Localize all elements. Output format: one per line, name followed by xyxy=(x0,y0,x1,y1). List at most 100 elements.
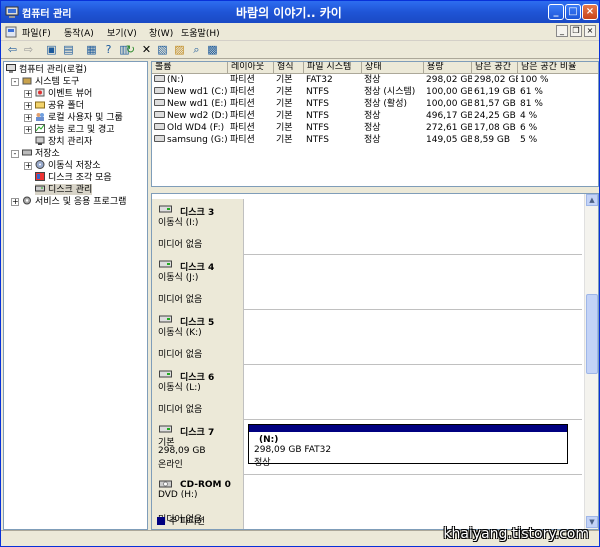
tree-item-defrag[interactable]: 디스크 조각 모음 xyxy=(35,172,112,183)
menu-help[interactable]: 도움말(H) xyxy=(181,26,220,39)
tree-item-label: 이벤트 뷰어 xyxy=(48,89,93,99)
menu-window[interactable]: 창(W) xyxy=(149,26,173,39)
tree-item-event-viewer[interactable]: 이벤트 뷰어 xyxy=(35,88,92,99)
cell-free-percent: 100 % xyxy=(520,74,598,86)
cell-volume: Old WD4 (F:) xyxy=(154,122,228,134)
title-bar[interactable]: 컴퓨터 관리 바람의 이야기.. 카이 _ □ × xyxy=(1,1,599,23)
cell-capacity: 496,17 GB xyxy=(426,110,472,122)
search-icon[interactable]: ⌕ xyxy=(190,43,203,56)
up-folder-icon[interactable]: ▣ xyxy=(45,43,58,56)
column-header-layout[interactable]: 레이아웃 xyxy=(228,62,274,74)
tree-item-label: 로컬 사용자 및 그룹 xyxy=(48,113,123,123)
table-row[interactable]: New wd1 (E:) 파티션 기본 NTFS 정상 (활성) 100,00 GB 81,… xyxy=(152,98,598,110)
maximize-button[interactable]: □ xyxy=(565,4,581,20)
minimize-button[interactable]: _ xyxy=(548,4,564,20)
disk-label[interactable]: 디스크 7 기본 298,09 GB 온라인 xyxy=(152,419,244,475)
disk-label[interactable]: 디스크 3 이동식 (I:) 미디어 없음 xyxy=(152,199,244,255)
disk-row[interactable]: 디스크 3 이동식 (I:) 미디어 없음 xyxy=(152,199,582,255)
volume-list[interactable]: 볼륨 레이아웃 형식 파일 시스템 상태 용량 남은 공간 남은 공간 비율 (… xyxy=(151,61,599,187)
mdi-restore-button[interactable]: ❐ xyxy=(570,25,582,37)
tree-item-storage[interactable]: 저장소 xyxy=(22,148,60,159)
disk-title: CD-ROM 0 xyxy=(180,480,231,490)
cell-layout: 파티션 xyxy=(230,98,274,110)
disk-row[interactable]: 디스크 6 이동식 (L:) 미디어 없음 xyxy=(152,364,582,420)
table-row[interactable]: New wd1 (C:) 파티션 기본 NTFS 정상 (시스템) 100,00 GB 61… xyxy=(152,86,598,98)
mdi-minimize-button[interactable]: _ xyxy=(556,25,568,37)
column-header-free-percent[interactable]: 남은 공간 비율 xyxy=(518,62,598,74)
cell-type: 기본 xyxy=(276,122,304,134)
disk-row[interactable]: 디스크 5 이동식 (K:) 미디어 없음 xyxy=(152,309,582,365)
scroll-up-arrow[interactable]: ▲ xyxy=(586,194,598,206)
document-icon[interactable] xyxy=(5,26,17,38)
disk-label[interactable]: 디스크 5 이동식 (K:) 미디어 없음 xyxy=(152,309,244,365)
column-header-type[interactable]: 형식 xyxy=(274,62,304,74)
expand-toggle[interactable]: + xyxy=(24,90,32,98)
cell-text: 8,59 GB xyxy=(474,135,511,145)
disk-row[interactable]: 디스크 4 이동식 (J:) 미디어 없음 xyxy=(152,254,582,310)
cell-free-space: 298,02 GB xyxy=(474,74,518,86)
help-icon[interactable]: ? xyxy=(102,43,115,56)
tree-item-shared-folders[interactable]: 공유 폴더 xyxy=(35,100,84,111)
open-folder-icon[interactable]: ▨ xyxy=(173,43,186,56)
cell-capacity: 149,05 GB xyxy=(426,134,472,146)
cell-text: 100 % xyxy=(520,75,549,85)
disk-view-icon[interactable]: ▩ xyxy=(206,43,219,56)
mdi-close-button[interactable]: × xyxy=(584,25,596,37)
table-row[interactable]: (N:) 파티션 기본 FAT32 정상 298,02 GB 298,02 GB 100 % xyxy=(152,74,598,86)
tree-item-services-applications[interactable]: 서비스 및 응용 프로그램 xyxy=(22,196,126,207)
menu-file[interactable]: 파일(F) xyxy=(22,26,51,39)
cell-layout: 파티션 xyxy=(230,134,274,146)
cell-text: FAT32 xyxy=(306,75,333,85)
delete-icon[interactable]: ✕ xyxy=(140,43,153,56)
tree-item-computer-management[interactable]: 컴퓨터 관리(로컬) xyxy=(6,64,87,75)
disk-type: 이동식 (J:) xyxy=(158,273,199,283)
menu-action[interactable]: 동작(A) xyxy=(64,26,94,39)
table-row[interactable]: samsung (G:) 파티션 기본 NTFS 정상 149,05 GB 8,59 GB 5… xyxy=(152,134,598,146)
cell-free-percent: 4 % xyxy=(520,110,598,122)
properties-icon[interactable]: ▦ xyxy=(85,43,98,56)
cell-free-percent: 5 % xyxy=(520,134,598,146)
partition-block[interactable]: (N:) 298,09 GB FAT32 정상 xyxy=(248,424,568,468)
refresh-icon[interactable]: ↻ xyxy=(124,43,137,56)
disk-view[interactable]: 디스크 3 이동식 (I:) 미디어 없음 디스크 4 이동식 (J:) 미디어 없음 디스… xyxy=(151,193,599,530)
cell-text: 정상 xyxy=(364,135,381,145)
expand-toggle[interactable]: + xyxy=(24,162,32,170)
collapse-toggle[interactable]: - xyxy=(11,150,19,158)
scrollbar-thumb[interactable] xyxy=(586,294,598,374)
column-header-filesystem[interactable]: 파일 시스템 xyxy=(304,62,362,74)
tree-item-removable-storage[interactable]: 이동식 저장소 xyxy=(35,160,101,171)
tree-item-label: 시스템 도구 xyxy=(35,77,80,87)
column-header-free-space[interactable]: 남은 공간 xyxy=(472,62,518,74)
disk-view-scrollbar[interactable]: ▲ ▼ xyxy=(584,194,598,529)
expand-toggle[interactable]: + xyxy=(24,102,32,110)
column-header-status[interactable]: 상태 xyxy=(362,62,424,74)
expand-toggle[interactable]: + xyxy=(24,114,32,122)
tree-item-local-users[interactable]: 로컬 사용자 및 그룹 xyxy=(35,112,123,123)
column-header-volume[interactable]: 볼륨 xyxy=(152,62,228,74)
expand-toggle[interactable]: + xyxy=(24,126,32,134)
column-header-capacity[interactable]: 용량 xyxy=(424,62,472,74)
cell-text: 24,25 GB xyxy=(474,111,516,121)
tree-item-system-tools[interactable]: 시스템 도구 xyxy=(22,76,79,87)
disk-label[interactable]: 디스크 6 이동식 (L:) 미디어 없음 xyxy=(152,364,244,420)
menu-view[interactable]: 보기(V) xyxy=(107,26,137,39)
table-row[interactable]: New wd2 (D:) 파티션 기본 NTFS 정상 496,17 GB 24,25 GB… xyxy=(152,110,598,122)
disk-row[interactable]: 디스크 7 기본 298,09 GB 온라인 (N:) 298,09 GB FAT32 정상 xyxy=(152,419,582,475)
computer-management-window: 컴퓨터 관리 바람의 이야기.. 카이 _ □ × 파일(F) 동작(A) 보기… xyxy=(0,0,600,547)
forward-arrow-icon[interactable]: ⇨ xyxy=(22,43,35,56)
show-hide-tree-icon[interactable]: ▤ xyxy=(62,43,75,56)
hard-disk-icon xyxy=(159,425,172,433)
disk-properties-icon[interactable]: ▧ xyxy=(156,43,169,56)
collapse-toggle[interactable]: - xyxy=(11,78,19,86)
navigation-tree[interactable]: 컴퓨터 관리(로컬) - 시스템 도구 + 이벤트 뷰어 + 공유 폴더 + 로… xyxy=(3,61,148,530)
expand-toggle[interactable]: + xyxy=(11,198,19,206)
tree-item-device-manager[interactable]: 장치 관리자 xyxy=(35,136,92,147)
cell-text: 5 % xyxy=(520,135,538,145)
close-button[interactable]: × xyxy=(582,4,598,20)
disk-label[interactable]: 디스크 4 이동식 (J:) 미디어 없음 xyxy=(152,254,244,310)
tree-item-disk-management[interactable]: 디스크 관리 xyxy=(35,184,93,195)
back-arrow-icon[interactable]: ⇦ xyxy=(6,43,19,56)
tree-item-performance-logs[interactable]: 성능 로그 및 경고 xyxy=(35,124,115,135)
cell-layout: 파티션 xyxy=(230,110,274,122)
table-row[interactable]: Old WD4 (F:) 파티션 기본 NTFS 정상 272,61 GB 17,08 GB… xyxy=(152,122,598,134)
